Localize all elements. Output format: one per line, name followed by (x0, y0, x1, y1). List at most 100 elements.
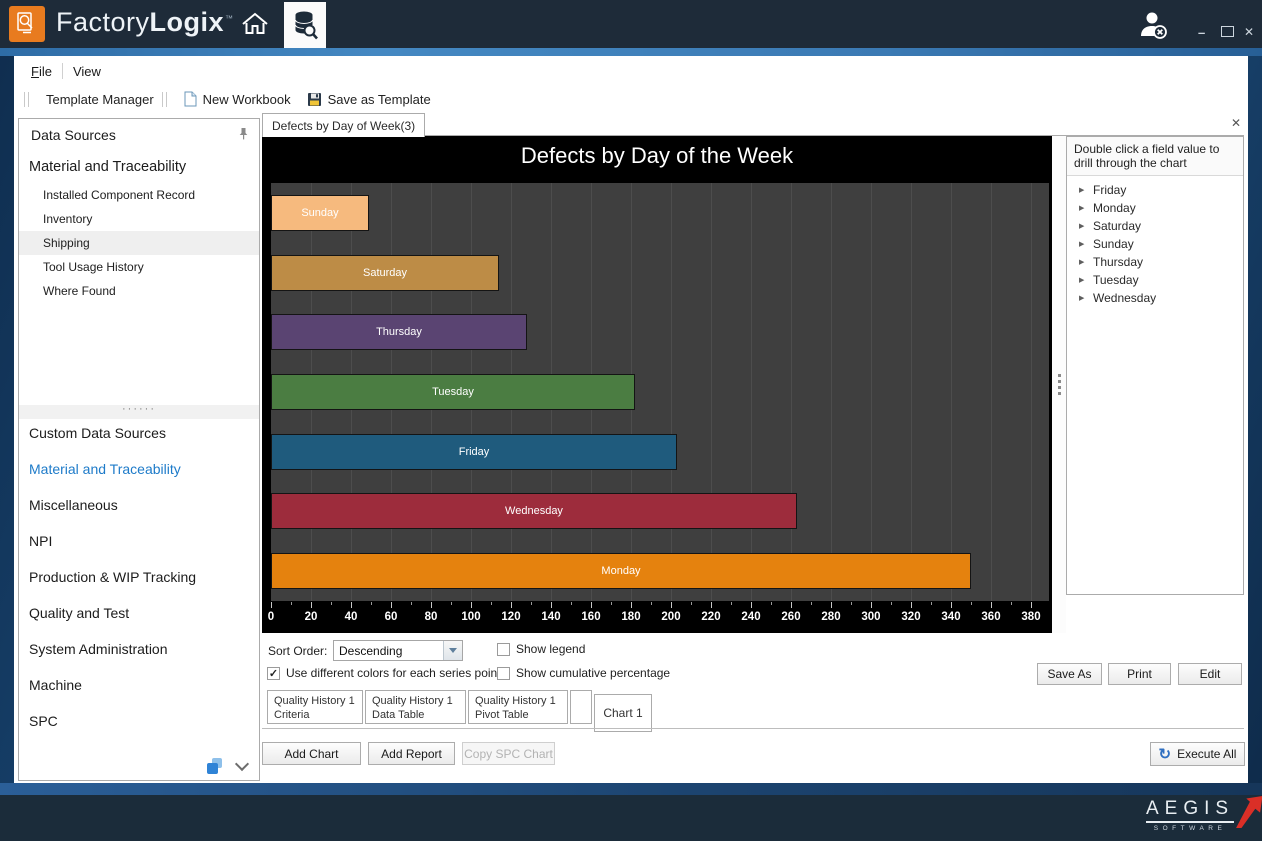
menu-file[interactable]: File (24, 61, 59, 82)
axis-tick-label: 100 (461, 611, 480, 623)
axis-tick-label: 0 (268, 611, 274, 623)
close-button[interactable]: ✕ (1244, 26, 1254, 39)
sort-order-dropdown[interactable]: Descending (333, 640, 463, 661)
axis-tick (311, 602, 312, 608)
expand-arrow-icon[interactable]: ▶ (1079, 222, 1093, 230)
template-manager-label: Template Manager (46, 92, 154, 107)
bar-monday[interactable]: Monday (271, 553, 971, 589)
expand-arrow-icon[interactable]: ▶ (1079, 204, 1093, 212)
axis-tick (531, 602, 532, 605)
maximize-button[interactable] (1221, 26, 1234, 37)
datasource-item[interactable]: Where Found (19, 279, 259, 303)
trademark: ™ (225, 14, 234, 23)
datasource-section-header[interactable]: Material and Traceability (29, 159, 186, 175)
edit-button[interactable]: Edit (1178, 663, 1242, 685)
aegis-logo: AEGIS SOFTWARE (1146, 798, 1262, 832)
workbook-tab[interactable]: Quality History 1Pivot Table (468, 690, 568, 724)
datasource-item[interactable]: Inventory (19, 207, 259, 231)
axis-tick (1031, 602, 1032, 608)
drill-field-list: ▶Friday▶Monday▶Saturday▶Sunday▶Thursday▶… (1067, 176, 1243, 307)
expand-arrow-icon[interactable]: ▶ (1079, 258, 1093, 266)
axis-tick (451, 602, 452, 605)
chart-plot-area: Sunday Saturday Thursday Tuesday Friday Wedne… (271, 183, 1049, 601)
save-as-template-button[interactable]: Save as Template (299, 89, 439, 110)
save-as-button[interactable]: Save As (1037, 663, 1102, 685)
add-report-button[interactable]: Add Report (368, 742, 455, 765)
category-item[interactable]: Production & WIP Tracking (19, 559, 259, 595)
category-item[interactable]: Quality and Test (19, 595, 259, 631)
app-window: File View Template Manager New Workbook (14, 56, 1248, 783)
layers-icon[interactable] (207, 758, 223, 774)
pin-icon[interactable] (238, 127, 249, 145)
bar-saturday[interactable]: Saturday (271, 255, 499, 291)
workbook-tab[interactable]: Chart 1 (594, 694, 652, 732)
new-workbook-button[interactable]: New Workbook (176, 88, 299, 110)
drill-field-item[interactable]: ▶Monday (1067, 199, 1243, 217)
show-legend-checkbox[interactable] (497, 643, 510, 656)
template-manager-button[interactable]: Template Manager (38, 89, 162, 110)
category-item[interactable]: Miscellaneous (19, 487, 259, 523)
menu-bar: File View (14, 58, 108, 84)
axis-tick-label: 220 (701, 611, 720, 623)
add-chart-button[interactable]: Add Chart (262, 742, 361, 765)
toolbar-separator (162, 92, 167, 107)
desktop-background: FactoryLogix™ – (0, 0, 1262, 841)
close-document-icon[interactable]: ✕ (1231, 116, 1241, 130)
workbook-tab[interactable]: Quality History 1Data Table (365, 690, 466, 724)
minimize-button[interactable]: – (1198, 26, 1205, 39)
cumulative-percentage-label: Show cumulative percentage (516, 666, 670, 680)
expand-arrow-icon[interactable]: ▶ (1079, 276, 1093, 284)
axis-tick-label: 40 (345, 611, 358, 623)
axis-tick-label: 260 (781, 611, 800, 623)
gridline (1031, 183, 1032, 601)
execute-all-button[interactable]: ↻ Execute All (1150, 742, 1245, 766)
expand-arrow-icon[interactable]: ▶ (1079, 294, 1093, 302)
axis-tick-label: 120 (501, 611, 520, 623)
category-item[interactable]: NPI (19, 523, 259, 559)
bar-sunday[interactable]: Sunday (271, 195, 369, 231)
drill-field-item[interactable]: ▶Friday (1067, 181, 1243, 199)
category-item[interactable]: Material and Traceability (19, 451, 259, 487)
category-item[interactable]: System Administration (19, 631, 259, 667)
document-tab[interactable]: Defects by Day of Week(3) (262, 113, 425, 137)
datasource-item[interactable]: Tool Usage History (19, 255, 259, 279)
cumulative-percentage-checkbox[interactable] (497, 667, 510, 680)
expand-arrow-icon[interactable]: ▶ (1079, 240, 1093, 248)
workbook-tab[interactable]: Quality History 1Criteria (267, 690, 363, 724)
axis-tick-label: 180 (621, 611, 640, 623)
bar-row: Tuesday (271, 362, 1031, 422)
user-logout-icon[interactable] (1136, 8, 1170, 42)
bar-tuesday[interactable]: Tuesday (271, 374, 635, 410)
analytics-explorer-icon[interactable] (284, 2, 326, 48)
factorylogix-logo-icon (9, 6, 45, 42)
expand-arrow-icon[interactable]: ▶ (1079, 186, 1093, 194)
axis-tick (471, 602, 472, 608)
axis-tick (371, 602, 372, 605)
workbook-tab[interactable] (570, 690, 592, 724)
print-button[interactable]: Print (1108, 663, 1171, 685)
menu-view[interactable]: View (66, 61, 108, 82)
drill-field-label: Tuesday (1093, 273, 1139, 287)
drill-field-item[interactable]: ▶Tuesday (1067, 271, 1243, 289)
bar-wednesday[interactable]: Wednesday (271, 493, 797, 529)
datasource-item[interactable]: Installed Component Record (19, 183, 259, 207)
drill-field-item[interactable]: ▶Saturday (1067, 217, 1243, 235)
category-item[interactable]: Custom Data Sources (19, 415, 259, 451)
series-colors-checkbox[interactable]: ✓ (267, 667, 280, 680)
axis-tick (511, 602, 512, 608)
vertical-splitter[interactable] (1052, 136, 1066, 633)
drill-field-item[interactable]: ▶Sunday (1067, 235, 1243, 253)
drill-field-item[interactable]: ▶Wednesday (1067, 289, 1243, 307)
datasource-item[interactable]: Shipping (19, 231, 259, 255)
dropdown-arrow-icon[interactable] (443, 641, 462, 660)
home-icon[interactable] (238, 9, 272, 39)
axis-tick (631, 602, 632, 608)
bar-thursday[interactable]: Thursday (271, 314, 527, 350)
bar-label: Wednesday (505, 505, 563, 517)
app-brand: FactoryLogix™ (56, 7, 234, 38)
toolbar-separator (24, 92, 29, 107)
bar-friday[interactable]: Friday (271, 434, 677, 470)
drill-field-item[interactable]: ▶Thursday (1067, 253, 1243, 271)
workbook-tab-label: Quality History 1 (475, 694, 561, 708)
chevron-down-icon[interactable] (235, 757, 249, 771)
